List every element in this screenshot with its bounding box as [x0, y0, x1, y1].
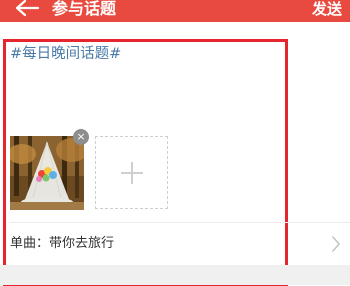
close-icon[interactable]: ×: [73, 129, 89, 145]
topic-text[interactable]: #每日晚间话题#: [10, 44, 121, 64]
send-button[interactable]: 发送: [312, 0, 342, 18]
top-bar: 参与话题 发送: [0, 0, 350, 22]
song-label: 单曲：带你去旅行: [10, 236, 115, 251]
add-photo-button[interactable]: [95, 136, 168, 209]
arrow-left-icon[interactable]: [14, 0, 40, 20]
photo-thumbnail[interactable]: [10, 136, 84, 210]
chevron-right-icon: [332, 236, 340, 252]
page-title: 参与话题: [52, 0, 117, 18]
plus-icon: [121, 162, 143, 184]
song-row[interactable]: 单曲：带你去旅行: [0, 223, 350, 265]
bottom-band: [0, 265, 350, 285]
